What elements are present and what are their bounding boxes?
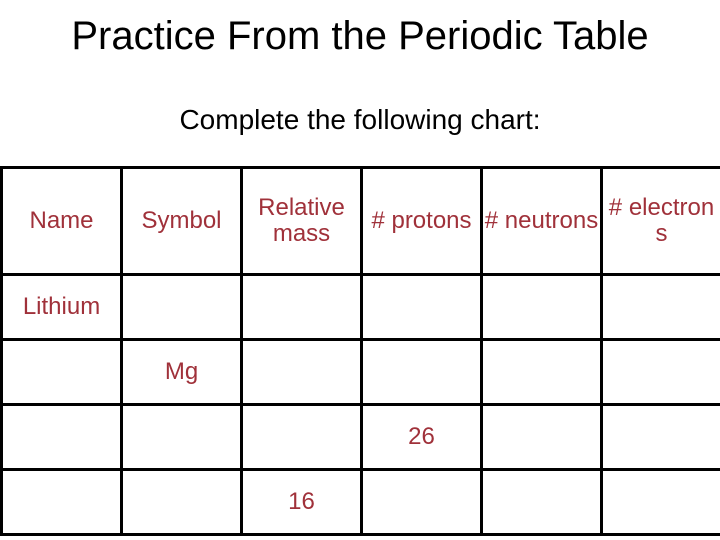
cell-electrons (600, 403, 720, 471)
table-header-row: Name Symbol Relative mass # protons # ne… (0, 166, 720, 276)
cell-electrons (600, 338, 720, 406)
cell-name (0, 338, 123, 406)
cell-neutrons (480, 273, 603, 341)
cell-relative-mass (240, 403, 363, 471)
cell-protons (360, 273, 483, 341)
cell-neutrons (480, 468, 603, 536)
cell-neutrons (480, 338, 603, 406)
table-row: 16 (0, 468, 720, 536)
cell-relative-mass (240, 273, 363, 341)
cell-protons (360, 468, 483, 536)
header-name: Name (0, 166, 123, 276)
header-electrons: # electrons (600, 166, 720, 276)
table-row: Lithium (0, 273, 720, 341)
periodic-practice-table: Name Symbol Relative mass # protons # ne… (0, 166, 720, 536)
cell-symbol (120, 403, 243, 471)
slide-subtitle: Complete the following chart: (179, 104, 541, 135)
header-protons: # protons (360, 166, 483, 276)
cell-symbol (120, 273, 243, 341)
cell-protons (360, 338, 483, 406)
cell-symbol: Mg (120, 338, 243, 406)
header-symbol: Symbol (120, 166, 243, 276)
cell-name (0, 403, 123, 471)
cell-name (0, 468, 123, 536)
cell-symbol (120, 468, 243, 536)
table-row: Mg (0, 338, 720, 406)
cell-name: Lithium (0, 273, 123, 341)
slide-title: Practice From the Periodic Table (71, 14, 649, 58)
cell-electrons (600, 468, 720, 536)
cell-neutrons (480, 403, 603, 471)
cell-protons: 26 (360, 403, 483, 471)
header-neutrons: # neutrons (480, 166, 603, 276)
table-row: 26 (0, 403, 720, 471)
cell-relative-mass (240, 338, 363, 406)
cell-electrons (600, 273, 720, 341)
header-relative-mass: Relative mass (240, 166, 363, 276)
cell-relative-mass: 16 (240, 468, 363, 536)
